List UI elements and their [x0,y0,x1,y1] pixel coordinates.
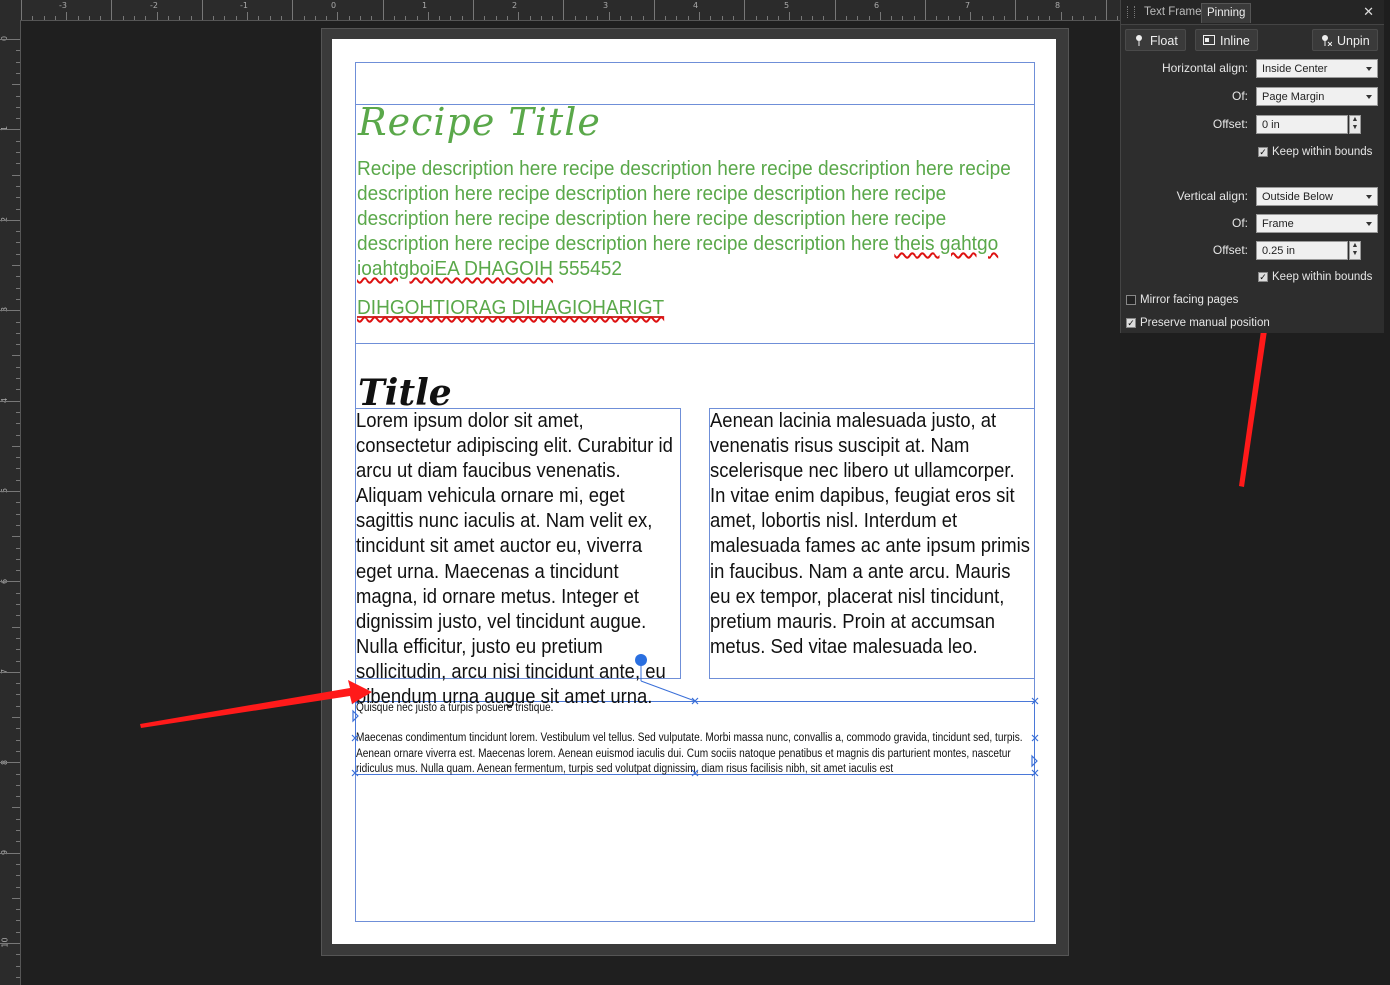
horizontal-of-value: Page Margin [1262,91,1325,103]
horizontal-of-label: Of: [1231,89,1248,103]
selection-handles[interactable] [351,697,1039,777]
vertical-offset-field[interactable]: 0.25 in [1256,241,1348,260]
horizontal-align-select[interactable]: Inside Center [1256,59,1378,78]
preserve-position-label: Preserve manual position [1140,317,1270,329]
vertical-of-select[interactable]: Frame [1256,214,1378,233]
horizontal-align-label: Horizontal align: [1161,61,1248,75]
horizontal-offset-label: Offset: [1212,117,1248,131]
unpin-icon [1322,35,1332,46]
vertical-of-label: Of: [1231,216,1248,230]
horizontal-offset-field[interactable]: 0 in [1256,115,1348,134]
unpin-label: Unpin [1337,34,1370,48]
vertical-keep-label: Keep within bounds [1272,271,1373,283]
float-label: Float [1150,34,1178,48]
tab-pinning[interactable]: Pinning [1201,3,1252,23]
horizontal-of-select[interactable]: Page Margin [1256,87,1378,106]
inline-icon [1203,35,1215,45]
chevron-down-icon [1366,195,1372,199]
horizontal-keep-label: Keep within bounds [1272,146,1373,158]
tab-text-frame[interactable]: Text Frame [1139,3,1207,22]
pin-connector [640,680,696,702]
inline-button[interactable]: Inline [1195,29,1258,51]
vertical-keep-checkbox[interactable]: ✓ [1258,272,1268,282]
float-button[interactable]: Float [1125,29,1186,51]
horizontal-align-value: Inside Center [1262,63,1328,75]
red-arrow-left [140,680,372,728]
chevron-down-icon [1366,67,1372,71]
vertical-offset-label: Offset: [1212,243,1248,257]
horizontal-offset-stepper[interactable]: ▲ ▼ [1349,115,1361,134]
preserve-position-checkbox[interactable]: ✓ [1126,318,1136,328]
pin-icon [1136,35,1142,46]
unpin-button[interactable]: Unpin [1312,29,1378,51]
vertical-align-label: Vertical align: [1176,189,1248,203]
inline-label: Inline [1220,34,1250,48]
vertical-align-select[interactable]: Outside Below [1256,187,1378,206]
panel-tab-bar: Text Frame Pinning ✕ [1121,0,1384,25]
vertical-offset-stepper[interactable]: ▲ ▼ [1349,241,1361,260]
mirror-facing-label: Mirror facing pages [1140,294,1239,306]
pin-anchor[interactable] [635,654,647,666]
mirror-facing-checkbox[interactable] [1126,295,1136,305]
close-icon[interactable]: ✕ [1363,4,1374,20]
grip-icon[interactable] [1127,6,1135,18]
vertical-of-value: Frame [1262,218,1294,230]
vertical-align-value: Outside Below [1262,191,1333,203]
horizontal-keep-checkbox[interactable]: ✓ [1258,147,1268,157]
chevron-down-icon [1366,95,1372,99]
chevron-down-icon [1366,222,1372,226]
